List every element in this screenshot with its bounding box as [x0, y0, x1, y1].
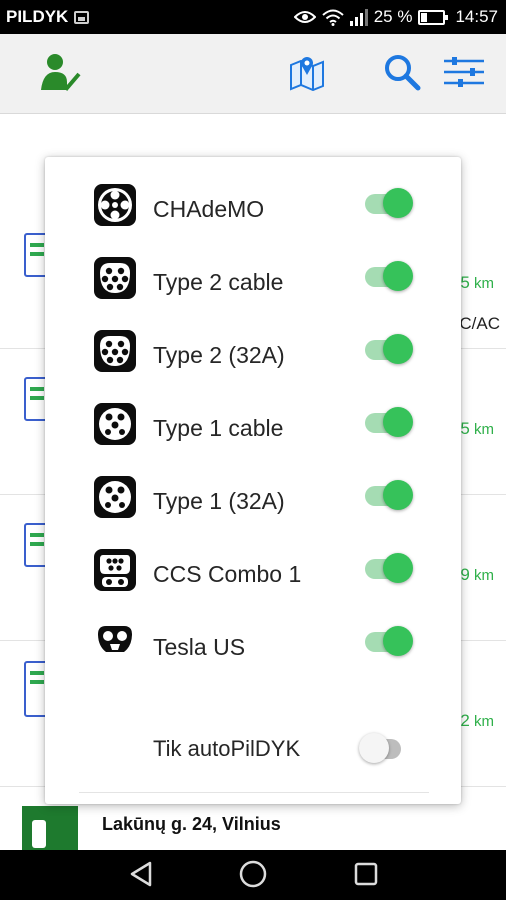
type1-32a-connector-icon	[94, 476, 136, 518]
status-right: 25 % 14:57	[293, 0, 498, 34]
filter-row-type2-cable[interactable]: Type 2 cable	[45, 238, 461, 311]
station-distance: 9 km	[460, 565, 494, 584]
type2-32a-toggle[interactable]	[365, 334, 413, 364]
gallery-notification-icon	[74, 10, 90, 24]
recents-icon	[353, 861, 379, 892]
station-connector-types: C/AC	[459, 314, 500, 333]
app-screen: PILDYK 25 % 14:57 5 km C/AC 5 km 9 km 2 …	[0, 0, 506, 900]
filter-sliders-icon	[444, 56, 484, 93]
type1-connector-icon	[94, 403, 136, 445]
filter-row-autopildyk[interactable]: Tik autoPilDYK	[45, 713, 461, 785]
connector-label: Tesla US	[153, 634, 246, 660]
user-check-button[interactable]	[38, 52, 82, 96]
battery-level	[421, 12, 428, 22]
dialog-divider	[79, 792, 429, 793]
system-nav-bar	[0, 850, 506, 900]
connector-label: Type 2 cable	[153, 269, 284, 295]
station-address: Lakūnų g. 24, Vilnius	[102, 814, 281, 834]
status-left: PILDYK	[6, 0, 90, 34]
type1-32a-toggle[interactable]	[365, 480, 413, 510]
type2-cable-toggle[interactable]	[365, 261, 413, 291]
map-button[interactable]	[285, 52, 329, 96]
search-button[interactable]	[380, 52, 424, 96]
user-check-icon	[39, 52, 81, 97]
type2-connector-icon	[94, 257, 136, 299]
map-icon	[288, 53, 326, 96]
filter-button[interactable]	[442, 52, 486, 96]
recents-button[interactable]	[346, 856, 386, 896]
search-icon	[382, 52, 422, 97]
type1-cable-toggle[interactable]	[365, 407, 413, 437]
station-distance: 5 km	[460, 273, 494, 292]
home-icon	[238, 859, 268, 894]
wifi-icon	[322, 9, 344, 26]
eye-icon	[293, 10, 316, 24]
connector-label: CCS Combo 1	[153, 561, 302, 587]
signal-icon	[349, 8, 368, 26]
chademo-connector-icon	[94, 184, 136, 226]
connector-label: CHAdeMO	[153, 196, 265, 222]
type2-32a-connector-icon	[94, 330, 136, 372]
connector-label: Type 2 (32A)	[153, 342, 285, 368]
back-icon	[128, 860, 154, 893]
status-bar: PILDYK 25 % 14:57	[0, 0, 506, 34]
battery-percent: 25 %	[373, 7, 413, 26]
ccs-combo1-connector-icon	[94, 549, 136, 591]
station-distance: 2 km	[460, 711, 494, 730]
battery-charging-icon	[418, 9, 449, 25]
chademo-toggle[interactable]	[365, 188, 413, 218]
autopildyk-toggle[interactable]	[359, 733, 401, 763]
station-distance: 5 km	[460, 419, 494, 438]
clock: 14:57	[455, 7, 498, 26]
home-button[interactable]	[233, 856, 273, 896]
filter-row-type2-32a[interactable]: Type 2 (32A)	[45, 311, 461, 384]
connector-filter-dialog: CHAdeMO Type 2 cable Type 2 (32A) Type 1…	[45, 157, 461, 804]
connector-label: Type 1 cable	[153, 415, 284, 441]
back-button[interactable]	[121, 856, 161, 896]
station-thumbnail	[22, 806, 78, 856]
filter-row-type1-32a[interactable]: Type 1 (32A)	[45, 457, 461, 530]
filter-row-tesla-us[interactable]: Tesla US	[45, 603, 461, 676]
tesla-us-toggle[interactable]	[365, 626, 413, 656]
carrier-name: PILDYK	[6, 7, 69, 26]
autopildyk-label: Tik autoPilDYK	[153, 736, 301, 761]
filter-row-chademo[interactable]: CHAdeMO	[45, 165, 461, 238]
filter-row-ccs-combo1[interactable]: CCS Combo 1	[45, 530, 461, 603]
connector-label: Type 1 (32A)	[153, 488, 285, 514]
ccs-combo1-toggle[interactable]	[365, 553, 413, 583]
tesla-us-connector-icon	[94, 622, 136, 664]
list-item[interactable]: Lakūnų g. 24, Vilnius	[0, 806, 506, 856]
app-toolbar	[0, 34, 506, 114]
filter-row-type1-cable[interactable]: Type 1 cable	[45, 384, 461, 457]
